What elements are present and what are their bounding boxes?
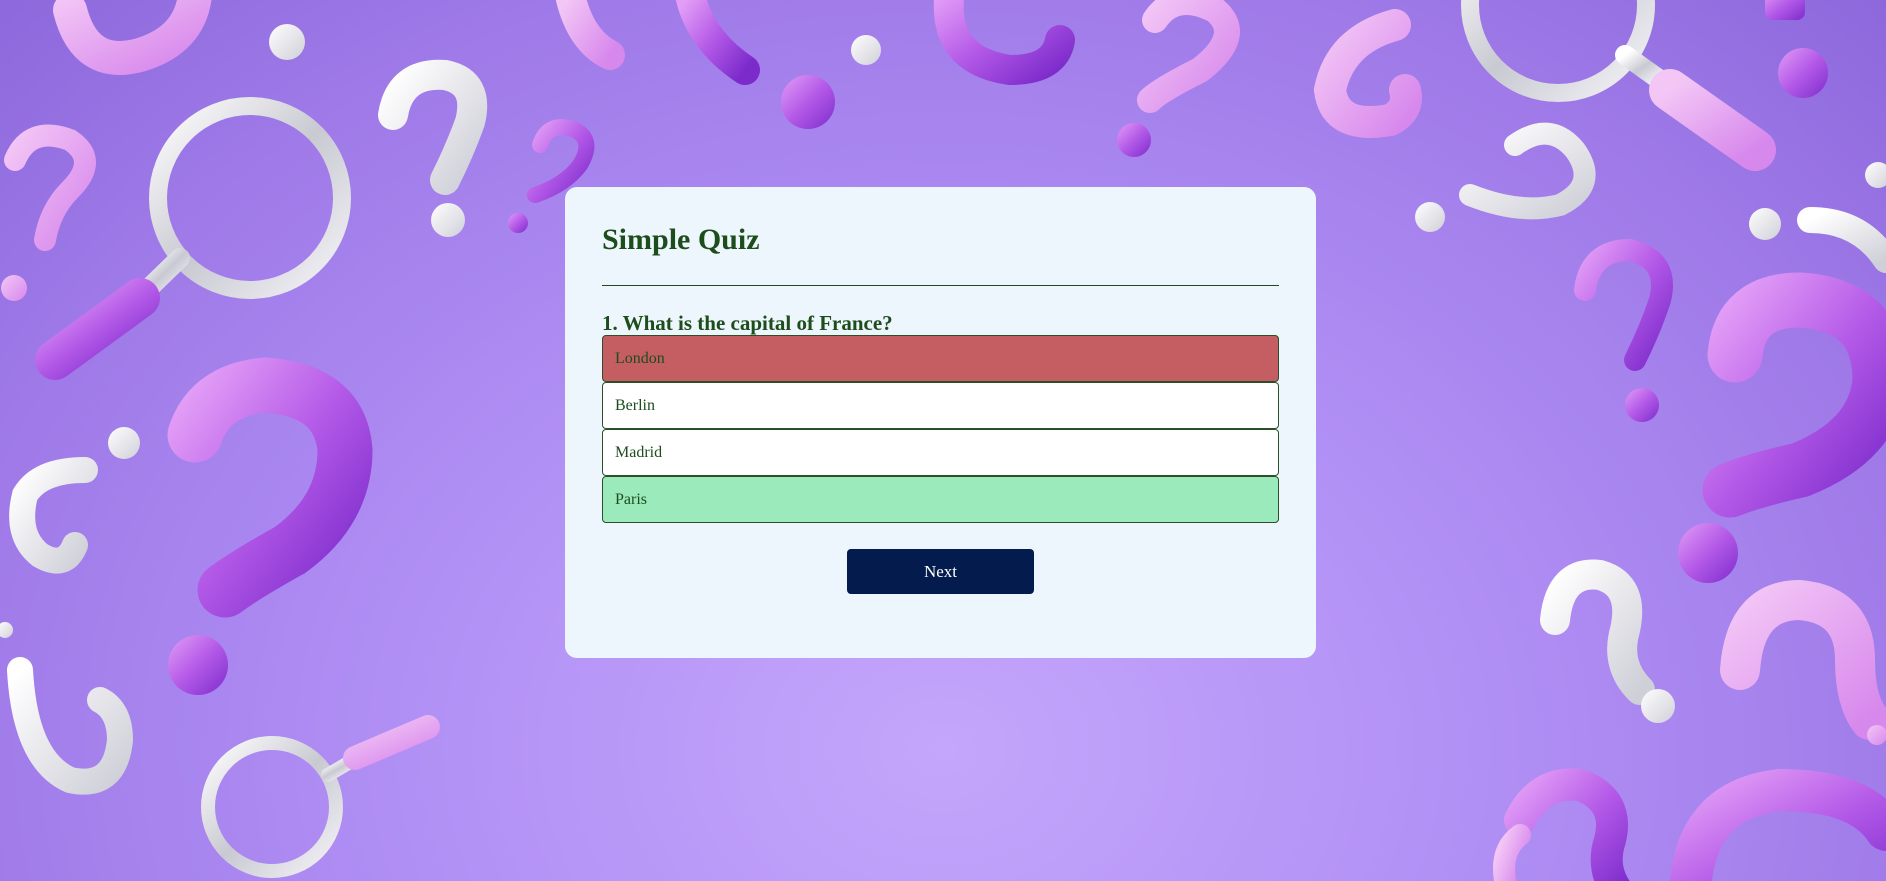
ball-decoration — [1415, 202, 1445, 232]
question-mark-decoration — [1720, 579, 1886, 740]
ball-decoration — [108, 427, 140, 459]
question-mark-decoration — [7, 657, 134, 795]
question-mark-decoration — [1137, 0, 1240, 113]
ball-decoration — [1, 275, 27, 301]
question-text: 1. What is the capital of France? — [602, 311, 893, 335]
ball-decoration — [1641, 689, 1675, 723]
answer-option-madrid[interactable]: Madrid — [602, 429, 1279, 476]
magnifier-handle-decoration — [1649, 69, 1776, 171]
ball-decoration — [781, 75, 835, 129]
magnifier-lens-decoration — [1461, 0, 1655, 102]
question-mark-decoration — [1702, 272, 1886, 518]
ball-decoration — [1749, 208, 1781, 240]
question-mark-decoration — [167, 357, 373, 618]
question-mark-decoration — [1313, 9, 1422, 138]
quiz-card: Simple Quiz 1. What is the capital of Fr… — [565, 187, 1316, 658]
question-mark-decoration — [1669, 768, 1886, 881]
ball-decoration — [1625, 388, 1659, 422]
question-mark-decoration — [1797, 207, 1886, 273]
ball-decoration — [851, 35, 881, 65]
ball-decoration — [168, 635, 228, 695]
question-mark-decoration — [933, 0, 1075, 86]
magnifier-handle-decoration — [343, 715, 440, 770]
question-mark-decoration — [53, 0, 212, 75]
question-mark-decoration — [1540, 559, 1655, 705]
answer-option-london[interactable]: London — [602, 335, 1279, 382]
quiz-title: Simple Quiz — [602, 223, 760, 256]
ball-decoration — [508, 213, 528, 233]
ball-decoration — [1117, 123, 1151, 157]
next-button[interactable]: Next — [847, 549, 1034, 594]
ball-decoration — [269, 24, 305, 60]
question-mark-decoration — [555, 0, 625, 70]
question-mark-decoration — [675, 0, 760, 85]
ball-decoration — [1678, 523, 1738, 583]
magnifier-lens-decoration — [201, 736, 343, 878]
question-mark-decoration — [527, 119, 595, 203]
answer-list: London Berlin Madrid Paris — [602, 335, 1279, 523]
answer-option-berlin[interactable]: Berlin — [602, 382, 1279, 429]
question-mark-decoration — [1493, 824, 1531, 881]
question-mark-decoration — [1504, 768, 1630, 881]
question-mark-decoration — [4, 124, 96, 251]
magnifier-handle-decoration — [35, 278, 160, 380]
ball-decoration — [431, 203, 465, 237]
question-mark-decoration — [9, 457, 98, 574]
ball-decoration — [1778, 48, 1828, 98]
shape-decoration — [1765, 0, 1805, 20]
question-mark-decoration — [1459, 122, 1596, 220]
question-mark-decoration — [378, 59, 488, 195]
question-mark-decoration — [1574, 238, 1673, 371]
ball-decoration — [1865, 162, 1886, 188]
answer-option-paris[interactable]: Paris — [602, 476, 1279, 523]
ball-decoration — [0, 622, 13, 638]
title-divider — [602, 285, 1279, 286]
